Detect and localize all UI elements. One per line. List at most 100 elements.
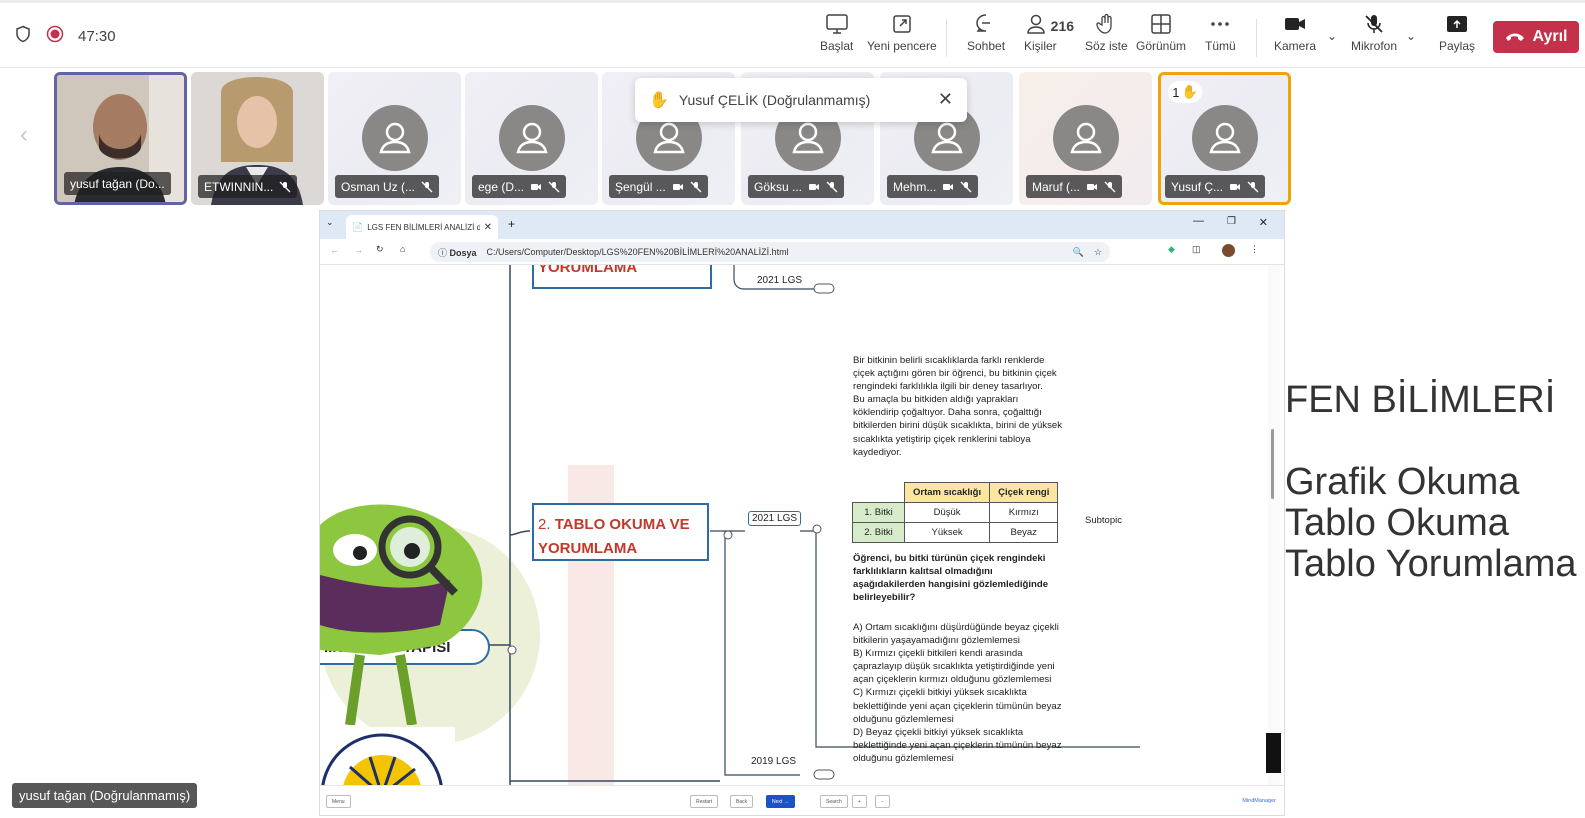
browser-menu-icon[interactable]: ⋮ [1250,244,1259,255]
mic-options-chevron-icon[interactable]: ⌄ [1406,29,1416,43]
window-close-icon[interactable]: ✕ [1259,216,1268,229]
avatar [1053,105,1119,171]
mindmap-main-node[interactable]: 2. TABLO OKUMA VE YORUMLAMA [532,503,709,561]
shared-screen: ⌄ 📄 LGS FEN BİLİMLERİ ANALİZİ de ✕ + — ❐… [319,210,1285,816]
participant-tile[interactable]: Maruf (... [1019,72,1152,205]
zoom-out-button[interactable]: − [875,795,890,808]
participant-tile[interactable]: ege (D... [465,72,598,205]
restore-icon[interactable]: ❐ [1227,216,1236,227]
next-button[interactable]: Next → [766,795,795,808]
mindmap-leaf-2019[interactable]: 2019 LGS [751,756,796,767]
scrollbar-thumb[interactable] [1271,429,1274,499]
presenter-name-badge: yusuf tağan (Doğrulanmamış) [12,783,198,808]
profile-avatar[interactable] [1222,244,1235,257]
search-button[interactable]: Search [820,795,848,808]
mic-off-icon [1365,15,1383,33]
close-icon[interactable]: ✕ [938,89,953,110]
extensions-puzzle-icon[interactable]: ◫ [1192,244,1201,255]
bookmark-star-icon[interactable]: ☆ [1094,247,1102,258]
leave-button[interactable]: Ayrıl [1493,21,1579,53]
minimize-icon[interactable]: — [1193,215,1204,227]
mindmap-node-top[interactable]: YORUMLAMA [532,265,712,289]
extension-icon[interactable]: ◆ [1168,244,1175,255]
forward-icon[interactable]: → [354,245,363,255]
back-icon[interactable]: ← [330,245,339,255]
table-cell: Beyaz [989,522,1059,543]
participant-name: ETWINNIN... [198,175,298,198]
recording-icon [46,25,64,48]
browser-address-bar: ← → ↻ ⌂ ⓘ Dosya C:/Users/Computer/Deskto… [320,239,1284,265]
browser-tab[interactable]: 📄 LGS FEN BİLİMLERİ ANALİZİ de ✕ [346,215,498,239]
mic-off-icon [1247,181,1259,192]
back-button[interactable]: Back [730,795,754,808]
mindmap-leaf-2021[interactable]: 2021 LGS [757,275,802,286]
participant-tile[interactable]: Osman Uz (... [328,72,461,205]
page-icon: 📄 [352,221,364,232]
raised-hand-icon: ✋ [649,92,669,109]
mascot-image [320,504,483,725]
raise-hand-button[interactable]: Söz iste [1085,13,1128,53]
notes-line: Tablo Yorumlama [1285,543,1577,585]
info-icon: ⓘ Dosya [438,247,477,258]
mindmap-leaf-2021-selected[interactable]: 2021 LGS [748,511,802,526]
start-button[interactable]: Başlat [820,13,853,53]
toolbar-divider [946,19,947,57]
close-tab-icon[interactable]: ✕ [484,222,492,233]
more-button[interactable]: Tümü [1205,13,1236,53]
chat-button[interactable]: Sohbet [967,13,1005,53]
zoom-in-button[interactable]: + [852,795,867,808]
participant-tile[interactable]: yusuf tağan (Do... [54,72,187,205]
zoom-icon[interactable]: 🔍 [1073,247,1084,258]
whiteboard-icon [825,14,848,34]
reload-icon[interactable]: ↻ [376,244,384,255]
browser-tab-bar: ⌄ 📄 LGS FEN BİLİMLERİ ANALİZİ de ✕ + — ❐… [320,211,1284,239]
person-icon [516,122,548,154]
tab-list-chevron-icon[interactable]: ⌄ [326,217,334,228]
share-button[interactable]: Paylaş [1439,13,1475,53]
participant-tile[interactable]: 1 ✋ Yusuf Ç... [1158,72,1291,205]
camera-button[interactable]: Kamera [1274,13,1316,53]
participant-tile[interactable]: ETWINNIN... [191,72,324,205]
ministry-seal-logo [320,727,455,787]
table-header: Çiçek rengi [989,482,1059,503]
participant-name: Yusuf Ç... [1165,175,1266,198]
popout-icon [893,15,911,33]
person-icon [1209,122,1241,154]
mic-off-icon [1104,181,1116,192]
hand-icon [1096,13,1112,34]
menu-button[interactable]: Menu [326,795,351,808]
table-cell: Düşük [903,502,991,523]
microphone-button[interactable]: Mikrofon [1351,13,1397,53]
zoom-slider[interactable] [1266,733,1281,773]
url-field[interactable]: ⓘ Dosya C:/Users/Computer/Desktop/LGS%20… [430,242,1110,262]
view-button[interactable]: Görünüm [1136,13,1186,53]
notes-title: FEN BİLİMLERİ [1285,379,1556,421]
table-cell: Yüksek [903,522,991,543]
camera-off-icon [1230,183,1241,190]
option-c: C) Kırmızı çiçekli bitkiyi yüksek sıcakl… [853,687,1062,725]
mic-off-icon [279,181,291,192]
person-icon [653,122,685,154]
grid-icon [1151,14,1171,34]
camera-options-chevron-icon[interactable]: ⌄ [1327,29,1337,43]
person-icon [379,122,411,154]
brand-label: MindManager [1242,798,1276,804]
camera-off-icon [943,183,954,190]
shield-icon[interactable] [14,25,32,48]
home-icon[interactable]: ⌂ [400,244,405,254]
participant-name: Mehm... [887,175,979,198]
table-cell: 2. Bitki [852,522,905,543]
participant-name: Osman Uz (... [335,175,440,198]
camera-off-icon [809,183,820,190]
person-icon [1026,14,1045,34]
new-tab-icon[interactable]: + [508,217,515,231]
meeting-status: 47:30 [14,25,116,48]
people-button[interactable]: 216 Kişiler [1024,13,1075,53]
participant-count: 216 [1050,18,1075,34]
new-window-button[interactable]: Yeni pencere [867,13,937,53]
mindmap-subtopic[interactable]: Subtopic [1085,515,1122,526]
previous-page-chevron-icon[interactable]: ‹ [20,121,28,149]
restart-button[interactable]: Restart [690,795,719,808]
meeting-timer: 47:30 [78,28,116,45]
vertical-scrollbar[interactable] [1266,265,1281,787]
